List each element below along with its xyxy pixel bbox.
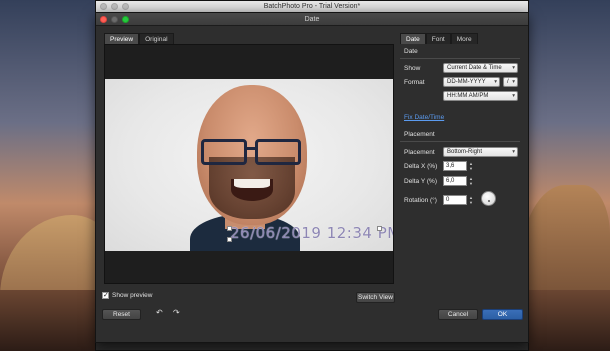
chevron-down-icon: ▾ <box>512 149 515 155</box>
show-preview-label: Show preview <box>112 292 153 299</box>
app-zoom-button[interactable] <box>122 3 129 10</box>
date-section-divider <box>400 58 520 59</box>
placement-label: Placement <box>404 149 435 156</box>
app-minimize-button[interactable] <box>111 3 118 10</box>
stamp-handle-top-right[interactable] <box>377 226 382 231</box>
show-select[interactable]: Current Date & Time ▾ <box>443 63 518 73</box>
rotation-stepper[interactable]: ▲ ▼ <box>468 195 474 205</box>
format-label: Format <box>404 79 425 86</box>
delta-x-input[interactable]: 3,6 <box>443 161 467 171</box>
date-format-value: DD-MM-YYYY <box>447 79 486 85</box>
tab-font[interactable]: Font <box>425 33 451 44</box>
date-stamp-overlay[interactable]: 26/06/2019 12:34 PM <box>230 224 393 242</box>
time-format-select[interactable]: HH:MM AM/PM ▾ <box>443 91 518 101</box>
delta-x-stepper[interactable]: ▲ ▼ <box>468 161 474 171</box>
delta-y-input[interactable]: 6,0 <box>443 176 467 186</box>
separator-select[interactable]: / ▾ <box>503 77 518 87</box>
dialog-titlebar: Date <box>96 13 528 26</box>
chevron-down-icon: ▾ <box>512 93 515 99</box>
rotation-label: Rotation (°) <box>404 197 437 204</box>
rotation-input[interactable]: 0 <box>443 195 467 205</box>
app-close-button[interactable] <box>100 3 107 10</box>
redo-icon[interactable]: ↷ <box>173 308 180 317</box>
tab-original[interactable]: Original <box>139 33 174 44</box>
show-select-value: Current Date & Time <box>447 65 502 71</box>
show-label: Show <box>404 65 421 72</box>
show-preview-row[interactable]: ✓ Show preview <box>102 292 152 299</box>
delta-y-stepper[interactable]: ▲ ▼ <box>468 176 474 186</box>
app-titlebar: BatchPhoto Pro - Trial Version* <box>96 1 528 12</box>
reset-button[interactable]: Reset <box>102 309 141 320</box>
rotation-dial-indicator <box>488 200 490 202</box>
dialog-title: Date <box>304 16 320 23</box>
date-format-select[interactable]: DD-MM-YYYY ▾ <box>443 77 500 87</box>
chevron-down-icon: ▾ <box>494 79 497 85</box>
glasses-bridge <box>246 147 256 150</box>
stamp-handle-bottom-left[interactable] <box>227 237 232 242</box>
photo-teeth <box>234 179 270 188</box>
tab-more[interactable]: More <box>450 33 478 44</box>
stamp-handle-top-left[interactable] <box>227 226 232 231</box>
glasses-left-lens <box>201 139 247 165</box>
app-window-controls <box>100 3 129 10</box>
chevron-down-icon: ▾ <box>512 65 515 71</box>
switch-view-button[interactable]: Switch View <box>356 292 395 303</box>
fix-date-time-link[interactable]: Fix Date/Time <box>404 114 444 121</box>
dialog-zoom-button[interactable] <box>122 16 129 23</box>
app-title: BatchPhoto Pro - Trial Version* <box>263 3 361 10</box>
cancel-button[interactable]: Cancel <box>438 309 478 320</box>
chevron-down-icon: ▾ <box>512 79 515 85</box>
dialog-window-controls <box>100 16 129 23</box>
placement-section-title: Placement <box>404 131 435 138</box>
delta-x-label: Delta X (%) <box>404 163 438 170</box>
preview-photo: 26/06/2019 12:34 PM <box>105 79 393 251</box>
dialog-minimize-button[interactable] <box>111 16 118 23</box>
glasses-right-lens <box>255 139 301 165</box>
tab-preview[interactable]: Preview <box>104 33 140 44</box>
rotation-dial[interactable] <box>481 191 496 206</box>
placement-select[interactable]: Bottom-Right ▾ <box>443 147 518 157</box>
preview-tabs: Preview Original <box>104 33 174 44</box>
show-preview-checkbox[interactable]: ✓ <box>102 292 109 299</box>
placement-section-divider <box>400 141 520 142</box>
time-format-value: HH:MM AM/PM <box>447 93 489 99</box>
tab-date[interactable]: Date <box>400 33 426 44</box>
date-section-title: Date <box>404 48 418 55</box>
delta-y-label: Delta Y (%) <box>404 178 437 185</box>
settings-tabs: Date Font More <box>400 33 478 44</box>
placement-value: Bottom-Right <box>447 149 483 155</box>
separator-value: / <box>507 79 509 85</box>
dialog-close-button[interactable] <box>100 16 107 23</box>
undo-icon[interactable]: ↶ <box>156 308 163 317</box>
ok-button[interactable]: OK <box>482 309 523 320</box>
